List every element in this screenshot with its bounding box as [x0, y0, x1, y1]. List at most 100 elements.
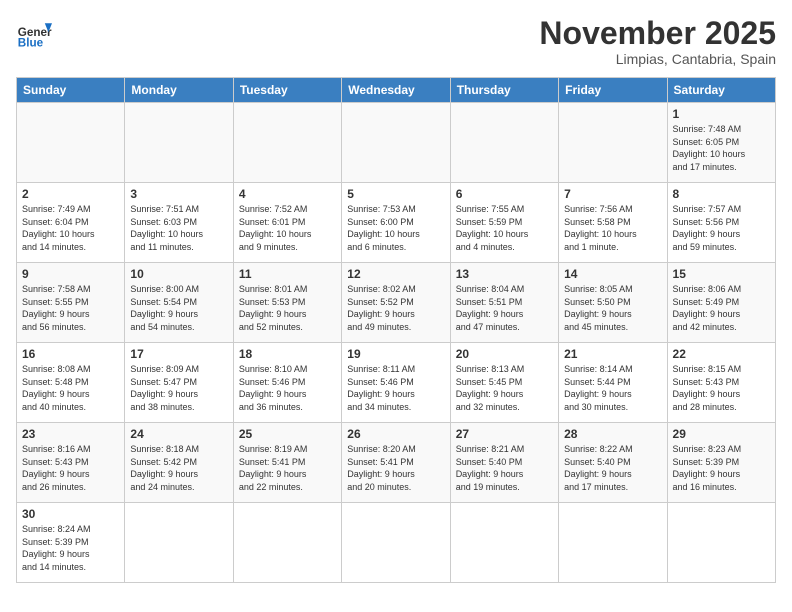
- table-row: [559, 103, 667, 183]
- table-row: 4 Sunrise: 7:52 AM Sunset: 6:01 PM Daylig…: [233, 183, 341, 263]
- day-number: 24: [130, 427, 227, 441]
- day-number: 23: [22, 427, 119, 441]
- day-number: 12: [347, 267, 444, 281]
- calendar-week-row: 2 Sunrise: 7:49 AM Sunset: 6:04 PM Daylig…: [17, 183, 776, 263]
- calendar-title: November 2025: [539, 16, 776, 51]
- day-number: 29: [673, 427, 770, 441]
- table-row: 10 Sunrise: 8:00 AM Sunset: 5:54 PM Dayli…: [125, 263, 233, 343]
- day-number: 3: [130, 187, 227, 201]
- day-info: Sunrise: 8:08 AM Sunset: 5:48 PM Dayligh…: [22, 363, 119, 413]
- calendar-table: Sunday Monday Tuesday Wednesday Thursday…: [16, 77, 776, 583]
- day-number: 30: [22, 507, 119, 521]
- table-row: 19 Sunrise: 8:11 AM Sunset: 5:46 PM Dayli…: [342, 343, 450, 423]
- table-row: [559, 503, 667, 583]
- day-info: Sunrise: 8:01 AM Sunset: 5:53 PM Dayligh…: [239, 283, 336, 333]
- calendar-week-row: 23Sunrise: 8:16 AM Sunset: 5:43 PM Dayli…: [17, 423, 776, 503]
- day-number: 4: [239, 187, 336, 201]
- day-number: 20: [456, 347, 553, 361]
- day-info: Sunrise: 8:22 AM Sunset: 5:40 PM Dayligh…: [564, 443, 661, 493]
- table-row: [125, 503, 233, 583]
- calendar-week-row: 16 Sunrise: 8:08 AM Sunset: 5:48 PM Dayli…: [17, 343, 776, 423]
- day-number: 9: [22, 267, 119, 281]
- day-info: Sunrise: 8:09 AM Sunset: 5:47 PM Dayligh…: [130, 363, 227, 413]
- day-info: Sunrise: 8:04 AM Sunset: 5:51 PM Dayligh…: [456, 283, 553, 333]
- col-saturday: Saturday: [667, 78, 775, 103]
- day-number: 1: [673, 107, 770, 121]
- svg-text:Blue: Blue: [18, 37, 44, 50]
- day-number: 15: [673, 267, 770, 281]
- table-row: 13 Sunrise: 8:04 AM Sunset: 5:51 PM Dayli…: [450, 263, 558, 343]
- col-wednesday: Wednesday: [342, 78, 450, 103]
- day-info: Sunrise: 7:57 AM Sunset: 5:56 PM Dayligh…: [673, 203, 770, 253]
- day-info: Sunrise: 8:19 AM Sunset: 5:41 PM Dayligh…: [239, 443, 336, 493]
- day-info: Sunrise: 8:23 AM Sunset: 5:39 PM Dayligh…: [673, 443, 770, 493]
- day-info: Sunrise: 7:51 AM Sunset: 6:03 PM Dayligh…: [130, 203, 227, 253]
- day-number: 27: [456, 427, 553, 441]
- page-header: General Blue November 2025 Limpias, Cant…: [16, 16, 776, 67]
- day-number: 28: [564, 427, 661, 441]
- day-info: Sunrise: 7:56 AM Sunset: 5:58 PM Dayligh…: [564, 203, 661, 253]
- table-row: 7Sunrise: 7:56 AM Sunset: 5:58 PM Daylig…: [559, 183, 667, 263]
- day-number: 8: [673, 187, 770, 201]
- table-row: 23Sunrise: 8:16 AM Sunset: 5:43 PM Dayli…: [17, 423, 125, 503]
- table-row: 9 Sunrise: 7:58 AM Sunset: 5:55 PM Daylig…: [17, 263, 125, 343]
- table-row: 16 Sunrise: 8:08 AM Sunset: 5:48 PM Dayli…: [17, 343, 125, 423]
- day-number: 14: [564, 267, 661, 281]
- day-number: 17: [130, 347, 227, 361]
- day-info: Sunrise: 8:00 AM Sunset: 5:54 PM Dayligh…: [130, 283, 227, 333]
- day-info: Sunrise: 7:58 AM Sunset: 5:55 PM Dayligh…: [22, 283, 119, 333]
- col-sunday: Sunday: [17, 78, 125, 103]
- table-row: 14 Sunrise: 8:05 AM Sunset: 5:50 PM Dayli…: [559, 263, 667, 343]
- day-number: 13: [456, 267, 553, 281]
- table-row: [233, 503, 341, 583]
- table-row: 20 Sunrise: 8:13 AM Sunset: 5:45 PM Dayli…: [450, 343, 558, 423]
- day-info: Sunrise: 7:52 AM Sunset: 6:01 PM Dayligh…: [239, 203, 336, 253]
- table-row: 21 Sunrise: 8:14 AM Sunset: 5:44 PM Dayli…: [559, 343, 667, 423]
- day-info: Sunrise: 7:55 AM Sunset: 5:59 PM Dayligh…: [456, 203, 553, 253]
- calendar-week-row: 1Sunrise: 7:48 AM Sunset: 6:05 PM Daylig…: [17, 103, 776, 183]
- day-number: 5: [347, 187, 444, 201]
- table-row: [450, 503, 558, 583]
- calendar-week-row: 30Sunrise: 8:24 AM Sunset: 5:39 PM Dayli…: [17, 503, 776, 583]
- calendar-week-row: 9 Sunrise: 7:58 AM Sunset: 5:55 PM Daylig…: [17, 263, 776, 343]
- day-number: 18: [239, 347, 336, 361]
- day-number: 2: [22, 187, 119, 201]
- day-info: Sunrise: 8:05 AM Sunset: 5:50 PM Dayligh…: [564, 283, 661, 333]
- col-monday: Monday: [125, 78, 233, 103]
- table-row: 8 Sunrise: 7:57 AM Sunset: 5:56 PM Daylig…: [667, 183, 775, 263]
- table-row: 12 Sunrise: 8:02 AM Sunset: 5:52 PM Dayli…: [342, 263, 450, 343]
- day-info: Sunrise: 8:02 AM Sunset: 5:52 PM Dayligh…: [347, 283, 444, 333]
- table-row: 11Sunrise: 8:01 AM Sunset: 5:53 PM Dayli…: [233, 263, 341, 343]
- table-row: [233, 103, 341, 183]
- table-row: 18 Sunrise: 8:10 AM Sunset: 5:46 PM Dayli…: [233, 343, 341, 423]
- table-row: [342, 103, 450, 183]
- day-number: 22: [673, 347, 770, 361]
- day-number: 26: [347, 427, 444, 441]
- day-info: Sunrise: 8:10 AM Sunset: 5:46 PM Dayligh…: [239, 363, 336, 413]
- col-thursday: Thursday: [450, 78, 558, 103]
- table-row: 3 Sunrise: 7:51 AM Sunset: 6:03 PM Daylig…: [125, 183, 233, 263]
- day-info: Sunrise: 8:21 AM Sunset: 5:40 PM Dayligh…: [456, 443, 553, 493]
- table-row: 24Sunrise: 8:18 AM Sunset: 5:42 PM Dayli…: [125, 423, 233, 503]
- table-row: 6Sunrise: 7:55 AM Sunset: 5:59 PM Daylig…: [450, 183, 558, 263]
- day-info: Sunrise: 7:53 AM Sunset: 6:00 PM Dayligh…: [347, 203, 444, 253]
- day-number: 21: [564, 347, 661, 361]
- table-row: 22 Sunrise: 8:15 AM Sunset: 5:43 PM Dayli…: [667, 343, 775, 423]
- table-row: 15 Sunrise: 8:06 AM Sunset: 5:49 PM Dayli…: [667, 263, 775, 343]
- day-info: Sunrise: 7:49 AM Sunset: 6:04 PM Dayligh…: [22, 203, 119, 253]
- day-number: 19: [347, 347, 444, 361]
- calendar-subtitle: Limpias, Cantabria, Spain: [539, 51, 776, 67]
- day-info: Sunrise: 8:14 AM Sunset: 5:44 PM Dayligh…: [564, 363, 661, 413]
- day-info: Sunrise: 8:13 AM Sunset: 5:45 PM Dayligh…: [456, 363, 553, 413]
- day-number: 16: [22, 347, 119, 361]
- logo-icon: General Blue: [16, 16, 52, 52]
- table-row: 27 Sunrise: 8:21 AM Sunset: 5:40 PM Dayli…: [450, 423, 558, 503]
- table-row: 25Sunrise: 8:19 AM Sunset: 5:41 PM Dayli…: [233, 423, 341, 503]
- table-row: 17 Sunrise: 8:09 AM Sunset: 5:47 PM Dayli…: [125, 343, 233, 423]
- day-info: Sunrise: 8:11 AM Sunset: 5:46 PM Dayligh…: [347, 363, 444, 413]
- day-number: 10: [130, 267, 227, 281]
- calendar-header-row: Sunday Monday Tuesday Wednesday Thursday…: [17, 78, 776, 103]
- day-info: Sunrise: 8:15 AM Sunset: 5:43 PM Dayligh…: [673, 363, 770, 413]
- table-row: 30Sunrise: 8:24 AM Sunset: 5:39 PM Dayli…: [17, 503, 125, 583]
- day-info: Sunrise: 8:06 AM Sunset: 5:49 PM Dayligh…: [673, 283, 770, 333]
